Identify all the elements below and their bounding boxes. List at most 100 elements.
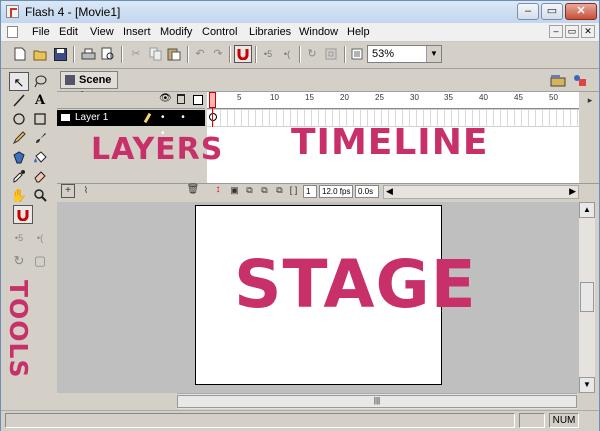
- scroll-left-icon[interactable]: ◀: [386, 186, 393, 197]
- empty-keyframe[interactable]: [209, 113, 217, 121]
- flash-window: Flash 4 - [Movie1] – ▭ ✕ File Edit View …: [0, 0, 600, 431]
- doc-minimize-button[interactable]: –: [549, 25, 563, 38]
- new-icon[interactable]: [11, 45, 29, 63]
- scene-tab[interactable]: Scene 1: [60, 71, 118, 102]
- playhead-marker-icon: ↕: [215, 184, 221, 195]
- stage-vertical-scrollbar[interactable]: ▲ ▼: [579, 202, 595, 393]
- save-icon[interactable]: [51, 45, 69, 63]
- arrow-tool-icon[interactable]: ↖: [9, 72, 29, 91]
- menu-window[interactable]: Window: [299, 26, 338, 38]
- oval-tool-icon[interactable]: [9, 110, 29, 129]
- tools-palette: ↖ A ✋: [7, 70, 53, 203]
- snap-magnet-icon[interactable]: [234, 45, 252, 63]
- scroll-up-icon[interactable]: ▲: [579, 202, 595, 218]
- smooth-icon[interactable]: •5: [259, 45, 277, 63]
- zoom-dropdown[interactable]: 53% ▼: [367, 45, 442, 63]
- status-bar: NUM: [1, 410, 599, 431]
- delete-layer-icon[interactable]: 🗑: [186, 184, 200, 198]
- add-guide-layer-icon[interactable]: ⌇: [79, 184, 93, 198]
- layer-row[interactable]: Layer 1 • • •: [57, 110, 205, 139]
- ruler-label: 35: [444, 93, 453, 102]
- document-icon[interactable]: [7, 26, 18, 38]
- open-icon[interactable]: [31, 45, 49, 63]
- menu-file[interactable]: File: [32, 26, 50, 38]
- copy-icon[interactable]: [147, 45, 165, 63]
- modify-markers-icon[interactable]: [ ]: [287, 184, 300, 198]
- align-icon[interactable]: [348, 45, 366, 63]
- rectangle-tool-icon[interactable]: [30, 110, 50, 129]
- horizontal-scroll-thumb[interactable]: |||: [177, 395, 577, 408]
- edit-symbols-icon[interactable]: [571, 71, 589, 89]
- undo-icon[interactable]: ↶: [191, 45, 209, 63]
- lasso-tool-icon[interactable]: [30, 72, 50, 91]
- brush-tool-icon[interactable]: [30, 129, 50, 148]
- scroll-down-icon[interactable]: ▼: [579, 377, 595, 393]
- main-toolbar: ✂ ↶ ↷ •5 •( ↻ 53% ▼: [1, 42, 599, 69]
- edit-multiple-icon[interactable]: ⧉: [273, 184, 286, 198]
- title-bar: Flash 4 - [Movie1] – ▭ ✕: [1, 1, 599, 23]
- straighten-icon[interactable]: •(: [278, 45, 296, 63]
- center-frame-icon[interactable]: ▣: [228, 184, 241, 198]
- print-icon[interactable]: [79, 45, 97, 63]
- redo-icon[interactable]: ↷: [209, 45, 227, 63]
- edit-scene-icon[interactable]: [549, 71, 567, 89]
- straighten-icon[interactable]: •(: [30, 229, 50, 248]
- ruler-label: 40: [479, 93, 488, 102]
- layer-icon: [61, 114, 70, 121]
- ink-bottle-tool-icon[interactable]: [9, 148, 29, 167]
- ruler-label: 20: [340, 93, 349, 102]
- add-layer-icon[interactable]: +: [61, 184, 75, 198]
- paste-icon[interactable]: [165, 45, 183, 63]
- eye-icon[interactable]: 👁: [159, 93, 172, 104]
- menu-libraries[interactable]: Libraries: [249, 26, 291, 38]
- menu-insert[interactable]: Insert: [123, 26, 151, 38]
- stage-canvas[interactable]: STAGE: [195, 205, 476, 385]
- doc-close-button[interactable]: ✕: [581, 25, 595, 38]
- timeline-panel: 👁 5 10 15 20 25 30 35 40 45 50 ▸ Layer 1…: [57, 92, 599, 200]
- rotate-icon[interactable]: ↻: [9, 251, 29, 270]
- vertical-scroll-thumb[interactable]: [580, 282, 594, 312]
- paint-bucket-tool-icon[interactable]: [30, 148, 50, 167]
- print-preview-icon[interactable]: [99, 45, 117, 63]
- menu-modify[interactable]: Modify: [160, 26, 192, 38]
- scroll-right-icon[interactable]: ▶: [569, 186, 576, 197]
- scale-icon[interactable]: [322, 45, 340, 63]
- menu-bar: File Edit View Insert Modify Control Lib…: [1, 23, 599, 42]
- smooth-icon[interactable]: •5: [9, 229, 29, 248]
- rotate-icon[interactable]: ↻: [303, 45, 321, 63]
- flash-app-icon: [6, 5, 19, 18]
- outline-icon[interactable]: [193, 95, 203, 105]
- zoom-value: 53%: [372, 48, 395, 60]
- onion-outline-icon[interactable]: ⧉: [258, 184, 271, 198]
- menu-help[interactable]: Help: [347, 26, 370, 38]
- text-tool-icon[interactable]: A: [30, 91, 50, 110]
- snap-magnet-icon[interactable]: [13, 205, 33, 224]
- pencil-tool-icon[interactable]: [9, 129, 29, 148]
- line-tool-icon[interactable]: [9, 91, 29, 110]
- maximize-button[interactable]: ▭: [541, 3, 563, 20]
- menu-view[interactable]: View: [90, 26, 114, 38]
- ruler-label: 50: [549, 93, 558, 102]
- playhead[interactable]: [209, 92, 216, 108]
- menu-control[interactable]: Control: [202, 26, 237, 38]
- status-message: [5, 413, 515, 428]
- chevron-down-icon[interactable]: ▼: [426, 46, 441, 62]
- dropper-tool-icon[interactable]: [9, 167, 29, 186]
- ruler-label: 30: [410, 93, 419, 102]
- cut-icon[interactable]: ✂: [127, 45, 145, 63]
- eraser-tool-icon[interactable]: [30, 167, 50, 186]
- lock-icon[interactable]: [177, 94, 185, 104]
- status-num: NUM: [549, 413, 579, 428]
- scale-icon[interactable]: ▢: [30, 251, 50, 270]
- frame-ruler[interactable]: 5 10 15 20 25 30 35 40 45 50: [207, 92, 579, 109]
- doc-restore-button[interactable]: ▭: [565, 25, 579, 38]
- timeline-horizontal-scrollbar[interactable]: ◀ ▶: [383, 185, 579, 199]
- stage-horizontal-scrollbar[interactable]: |||: [177, 393, 577, 409]
- minimize-button[interactable]: –: [517, 3, 539, 20]
- menu-edit[interactable]: Edit: [59, 26, 78, 38]
- onion-skin-icon[interactable]: ⧉: [243, 184, 256, 198]
- workspace: STAGE: [57, 202, 579, 393]
- toolbar-separator: [73, 46, 75, 63]
- close-button[interactable]: ✕: [565, 3, 597, 20]
- timeline-menu-icon[interactable]: ▸: [582, 92, 598, 108]
